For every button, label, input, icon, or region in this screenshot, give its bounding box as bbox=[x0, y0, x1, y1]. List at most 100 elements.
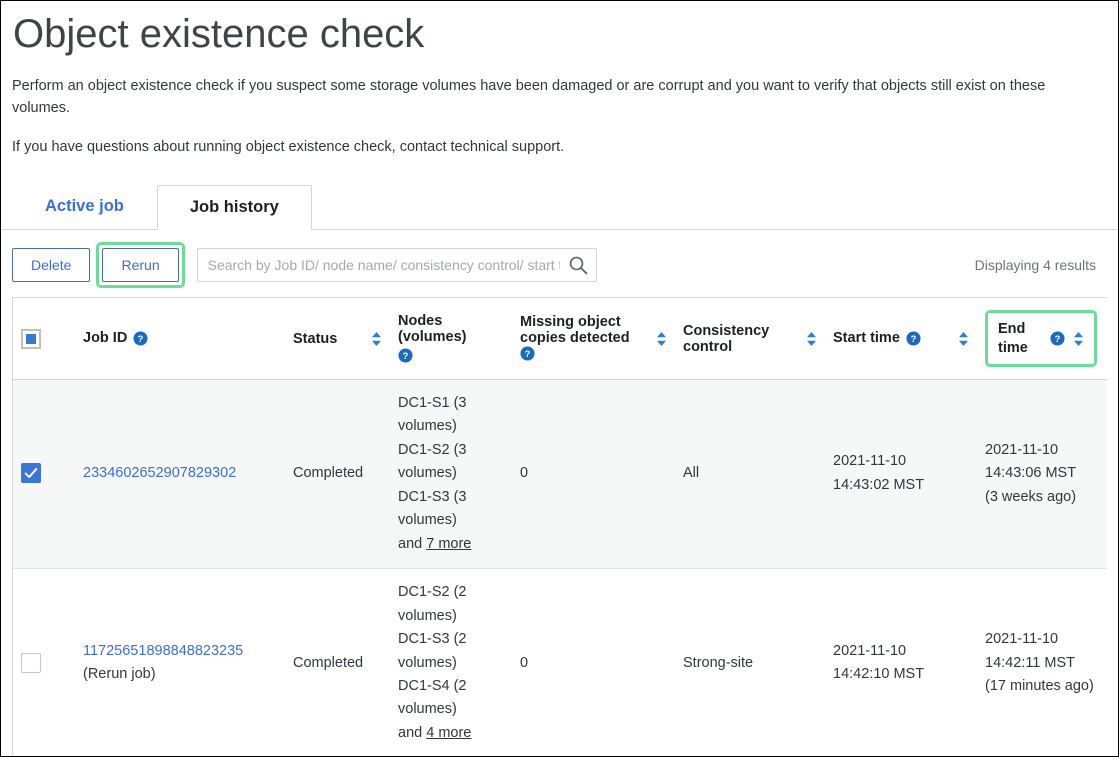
page-title: Object existence check bbox=[12, 9, 1107, 59]
table-row: 2334602652907829302 Completed DC1-S1 (3 … bbox=[13, 379, 1107, 568]
node-more-prefix: and bbox=[398, 725, 426, 741]
column-label-end-time: End time bbox=[998, 320, 1044, 356]
cell-missing-copies: 0 bbox=[512, 379, 675, 568]
node-entry: DC1-S4 (2 volumes) bbox=[398, 675, 504, 722]
cell-status: Completed bbox=[285, 569, 390, 757]
nodes-more-link[interactable]: 7 more bbox=[426, 536, 471, 552]
cell-nodes: DC1-S1 (3 volumes) DC1-S2 (3 volumes) DC… bbox=[390, 379, 512, 568]
row-checkbox[interactable] bbox=[21, 653, 41, 673]
select-all-header bbox=[13, 298, 75, 379]
table-toolbar: Delete Rerun Displaying 4 results bbox=[1, 247, 1118, 283]
job-id-link[interactable]: 2334602652907829302 bbox=[83, 465, 236, 481]
select-all-checkbox[interactable] bbox=[21, 329, 41, 349]
end-time-relative: (3 weeks ago) bbox=[985, 486, 1099, 509]
node-more-prefix: and bbox=[398, 536, 426, 552]
start-time-time: 14:42:10 MST bbox=[833, 663, 969, 686]
row-select-cell bbox=[13, 569, 75, 757]
help-icon[interactable]: ? bbox=[1050, 331, 1065, 346]
column-label-consistency-control: Consistency control bbox=[683, 323, 769, 355]
tab-bar: Active job Job history bbox=[1, 186, 1118, 230]
tab-active-job[interactable]: Active job bbox=[12, 184, 157, 229]
sort-icon[interactable] bbox=[806, 331, 817, 347]
start-time-date: 2021-11-10 bbox=[833, 640, 969, 663]
column-header-end-time[interactable]: End time ? bbox=[977, 298, 1107, 379]
cell-consistency-control: Strong-site bbox=[675, 569, 825, 757]
object-existence-check-page: Object existence check Perform an object… bbox=[0, 0, 1119, 757]
column-header-start-time[interactable]: Start time ? bbox=[825, 298, 977, 379]
svg-text:?: ? bbox=[525, 349, 531, 359]
column-label-missing-line1: Missing object bbox=[520, 314, 621, 330]
column-label-nodes-volumes: Nodes (volumes) bbox=[398, 313, 467, 345]
end-time-time: 14:43:06 MST bbox=[985, 462, 1099, 485]
column-label-job-id: Job ID bbox=[83, 329, 127, 347]
table-header: Job ID ? Status bbox=[13, 298, 1107, 379]
end-time-header-highlight: End time ? bbox=[985, 310, 1097, 366]
end-time-relative: (17 minutes ago) bbox=[985, 675, 1099, 698]
table-header-row: Job ID ? Status bbox=[13, 298, 1107, 379]
sort-icon[interactable] bbox=[371, 331, 382, 347]
cell-start-time: 2021-11-10 14:43:02 MST bbox=[825, 379, 977, 568]
sort-icon[interactable] bbox=[656, 331, 667, 347]
start-time-time: 14:43:02 MST bbox=[833, 474, 969, 497]
table-body: 2334602652907829302 Completed DC1-S1 (3 … bbox=[13, 379, 1107, 757]
svg-text:?: ? bbox=[1055, 334, 1061, 344]
job-history-table: Job ID ? Status bbox=[13, 298, 1107, 757]
search-input[interactable] bbox=[197, 248, 597, 282]
start-time-date: 2021-11-10 bbox=[833, 450, 969, 473]
svg-text:?: ? bbox=[138, 334, 144, 344]
sort-icon[interactable] bbox=[958, 331, 969, 347]
svg-text:?: ? bbox=[911, 334, 917, 344]
sort-icon[interactable] bbox=[1073, 331, 1084, 347]
job-history-table-wrapper: Job ID ? Status bbox=[12, 297, 1107, 757]
svg-text:?: ? bbox=[403, 350, 409, 360]
row-checkbox[interactable] bbox=[21, 463, 41, 483]
support-paragraph: If you have questions about running obje… bbox=[12, 136, 1107, 158]
column-label-missing-object-copies: Missing object copies detected ? bbox=[520, 314, 648, 363]
column-label-status: Status bbox=[293, 331, 337, 347]
rerun-button-highlight: Rerun bbox=[96, 242, 184, 288]
column-label-missing-line2: copies detected bbox=[520, 330, 630, 346]
node-more-wrapper: and 4 more bbox=[398, 722, 504, 745]
intro-paragraph: Perform an object existence check if you… bbox=[12, 75, 1087, 120]
column-header-status[interactable]: Status bbox=[285, 298, 390, 379]
cell-consistency-control: All bbox=[675, 379, 825, 568]
delete-button[interactable]: Delete bbox=[12, 248, 90, 282]
help-icon[interactable]: ? bbox=[398, 348, 413, 363]
nodes-more-link[interactable]: 4 more bbox=[426, 725, 471, 741]
cell-status: Completed bbox=[285, 379, 390, 568]
column-header-missing-object-copies[interactable]: Missing object copies detected ? bbox=[512, 298, 675, 379]
column-header-consistency-control[interactable]: Consistency control bbox=[675, 298, 825, 379]
row-select-cell bbox=[13, 379, 75, 568]
job-id-note: (Rerun job) bbox=[83, 663, 277, 686]
cell-end-time: 2021-11-10 14:43:06 MST (3 weeks ago) bbox=[977, 379, 1107, 568]
column-label-consistency-line2: control bbox=[683, 339, 732, 355]
rerun-button[interactable]: Rerun bbox=[102, 248, 178, 282]
node-more-wrapper: and 7 more bbox=[398, 533, 504, 556]
cell-end-time: 2021-11-10 14:42:11 MST (17 minutes ago) bbox=[977, 569, 1107, 757]
column-header-job-id: Job ID ? bbox=[75, 298, 285, 379]
column-label-consistency-line1: Consistency bbox=[683, 323, 769, 339]
end-time-date: 2021-11-10 bbox=[985, 628, 1099, 651]
cell-start-time: 2021-11-10 14:42:10 MST bbox=[825, 569, 977, 757]
node-entry: DC1-S3 (3 volumes) bbox=[398, 486, 504, 533]
help-icon[interactable]: ? bbox=[133, 331, 148, 346]
job-id-link[interactable]: 11725651898848823235 bbox=[83, 643, 243, 659]
column-header-nodes-volumes: Nodes (volumes) ? bbox=[390, 298, 512, 379]
cell-nodes: DC1-S2 (2 volumes) DC1-S3 (2 volumes) DC… bbox=[390, 569, 512, 757]
end-time-time: 14:42:11 MST bbox=[985, 652, 1099, 675]
help-icon[interactable]: ? bbox=[906, 331, 921, 346]
page-content: Object existence check Perform an object… bbox=[1, 9, 1118, 158]
search-field-wrapper bbox=[197, 248, 597, 282]
results-count: Displaying 4 results bbox=[975, 257, 1106, 273]
column-label-start-time: Start time bbox=[833, 329, 900, 347]
end-time-date: 2021-11-10 bbox=[985, 439, 1099, 462]
cell-missing-copies: 0 bbox=[512, 569, 675, 757]
node-entry: DC1-S3 (2 volumes) bbox=[398, 628, 504, 675]
node-entry: DC1-S2 (3 volumes) bbox=[398, 439, 504, 486]
tab-job-history[interactable]: Job history bbox=[157, 185, 312, 230]
table-row: 11725651898848823235 (Rerun job) Complet… bbox=[13, 569, 1107, 757]
cell-job-id: 11725651898848823235 (Rerun job) bbox=[75, 569, 285, 757]
node-entry: DC1-S2 (2 volumes) bbox=[398, 581, 504, 628]
help-icon[interactable]: ? bbox=[520, 346, 535, 361]
node-entry: DC1-S1 (3 volumes) bbox=[398, 392, 504, 439]
